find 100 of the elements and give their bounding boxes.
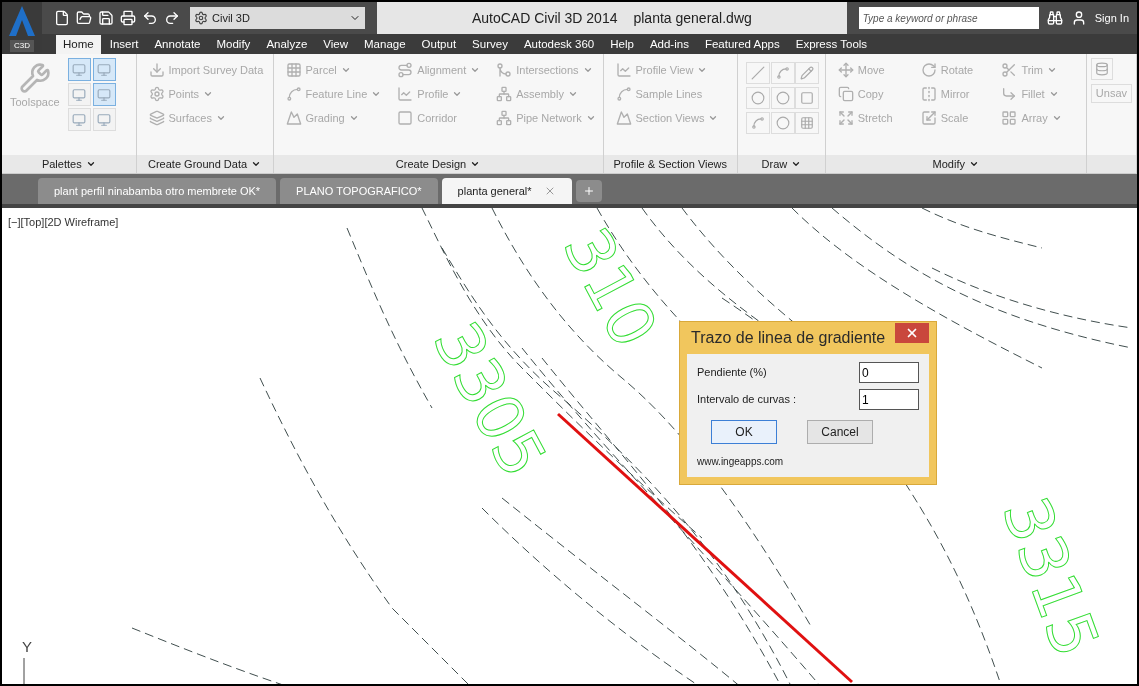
caret-icon [585, 113, 596, 123]
tool-label: Fillet [1021, 86, 1045, 102]
caret-icon [251, 159, 262, 169]
search-field[interactable]: Type a keyword or phrase [858, 7, 1039, 29]
tool-label: Trim [1021, 62, 1043, 78]
mirror-icon [920, 86, 937, 102]
axis-label: Y [22, 637, 32, 657]
tool-label: Assembly [516, 86, 564, 102]
caret-icon [697, 65, 708, 75]
ribbon-tab[interactable]: Add-ins [642, 35, 696, 54]
curve-icon[interactable] [746, 112, 771, 134]
caret-icon [452, 89, 463, 99]
polyline-icon[interactable] [770, 62, 795, 84]
tool-label: Pipe Network [516, 110, 582, 126]
window-title: AutoCAD Civil 3D 2014 [471, 8, 618, 28]
ribbon-tab[interactable]: Analyze [259, 35, 315, 54]
palette-toggle-icon[interactable] [67, 83, 91, 106]
panel-title-bar[interactable]: Palettes [2, 155, 136, 173]
panel-title-bar[interactable]: Create Ground Data [136, 155, 273, 173]
ribbon-tab[interactable]: Manage [357, 35, 413, 54]
printer-icon[interactable] [120, 10, 136, 26]
workspace-dropdown[interactable]: Civil 3D [190, 7, 365, 29]
folder-icon[interactable] [76, 10, 92, 26]
plus-icon [582, 185, 595, 197]
field-label: Intervalo de curvas : [697, 392, 797, 408]
sign-in-link[interactable]: Sign In [1094, 9, 1129, 27]
pencil-icon[interactable] [795, 62, 820, 84]
binoculars-icon[interactable] [1046, 10, 1063, 26]
dialog-button[interactable]: Cancel [807, 420, 873, 444]
ribbon-tab[interactable]: Autodesk 360 [516, 35, 602, 54]
caret-icon [85, 159, 96, 169]
expand-icon [837, 110, 854, 126]
gear-icon [148, 86, 165, 102]
caret-icon [470, 65, 481, 75]
panel-title-bar[interactable]: Create Design [273, 155, 603, 173]
chart-line-icon [397, 86, 414, 102]
palette-toggle-icon[interactable] [67, 108, 91, 131]
curve-icon [285, 86, 302, 102]
scale-icon [920, 110, 937, 126]
input-field[interactable]: 1 [859, 389, 919, 410]
panel-title-bar[interactable]: Profile & Section Views [603, 155, 738, 173]
caret-icon [1046, 65, 1057, 75]
tool-label: Scale [940, 110, 969, 126]
download-icon [148, 62, 165, 78]
document-tab[interactable]: planta general* [441, 178, 572, 204]
ribbon-tab[interactable]: Featured Apps [697, 35, 787, 54]
tool-label: Corridor [417, 110, 458, 126]
tool-label: Import Survey Data [168, 62, 264, 78]
tool-label: Section Views [635, 110, 705, 126]
new-tab-button[interactable] [575, 180, 602, 202]
dialog-button[interactable]: OK [711, 420, 777, 444]
new-file-icon[interactable] [54, 10, 70, 26]
caret-icon [791, 159, 802, 169]
field-label: Pendiente (%) [697, 365, 767, 381]
ribbon-tab[interactable]: Annotate [147, 35, 208, 54]
ribbon-tab[interactable]: Modify [209, 35, 258, 54]
caret-icon [371, 89, 382, 99]
undo-icon[interactable] [142, 10, 158, 26]
square-icon [397, 110, 414, 126]
palette-toggle-icon[interactable] [92, 108, 116, 131]
close-button[interactable] [895, 323, 929, 343]
ribbon-tab[interactable]: Help [603, 35, 641, 54]
ribbon-tab[interactable]: Output [414, 35, 464, 54]
caret-icon [582, 65, 593, 75]
palette-toggle-icon[interactable] [92, 83, 116, 106]
save-icon[interactable] [98, 10, 114, 26]
tool-label: Move [857, 62, 885, 78]
redo-icon[interactable] [164, 10, 180, 26]
tool-label: Grading [305, 110, 345, 126]
app-menu-button[interactable]: C3D [2, 2, 42, 54]
app-badge: C3D [10, 40, 34, 52]
viewport-label[interactable]: [−][Top][2D Wireframe] [8, 214, 119, 231]
tab-label: planta general* [457, 183, 532, 199]
copy-icon [837, 86, 854, 102]
palette-toggle-icon[interactable] [92, 58, 116, 81]
panel-title-bar [1086, 155, 1136, 173]
workspace-name: Civil 3D [212, 10, 251, 26]
input-field[interactable]: 0 [859, 362, 919, 383]
ribbon-tab[interactable]: Express Tools [788, 35, 875, 54]
a-logo-icon [9, 6, 35, 36]
caret-icon [1051, 113, 1062, 123]
ribbon-tab[interactable]: Insert [102, 35, 146, 54]
palette-toggle-icon[interactable] [67, 58, 91, 81]
tool-label: Mirror [940, 86, 970, 102]
hatch-icon[interactable] [795, 112, 820, 134]
contour-label: 3315 [987, 487, 1114, 667]
tab-label: plant perfil ninabamba otro membrete OK* [54, 183, 261, 199]
ribbon-tab[interactable]: Survey [465, 35, 515, 54]
panel-title-bar[interactable]: Draw [738, 155, 825, 173]
caret-icon [708, 113, 719, 123]
ribbon-tab[interactable]: View [316, 35, 355, 54]
tool-label: Stretch [857, 110, 893, 126]
file-name: planta general.dwg [633, 8, 752, 28]
rectangle-icon[interactable] [795, 87, 820, 109]
ribbon-tab[interactable]: Home [56, 35, 101, 54]
panel-title-bar[interactable]: Modify [825, 155, 1086, 173]
tool-label: Rotate [940, 62, 974, 78]
grid-icon [285, 62, 302, 78]
caret-icon [203, 89, 214, 99]
caret-icon [567, 89, 578, 99]
